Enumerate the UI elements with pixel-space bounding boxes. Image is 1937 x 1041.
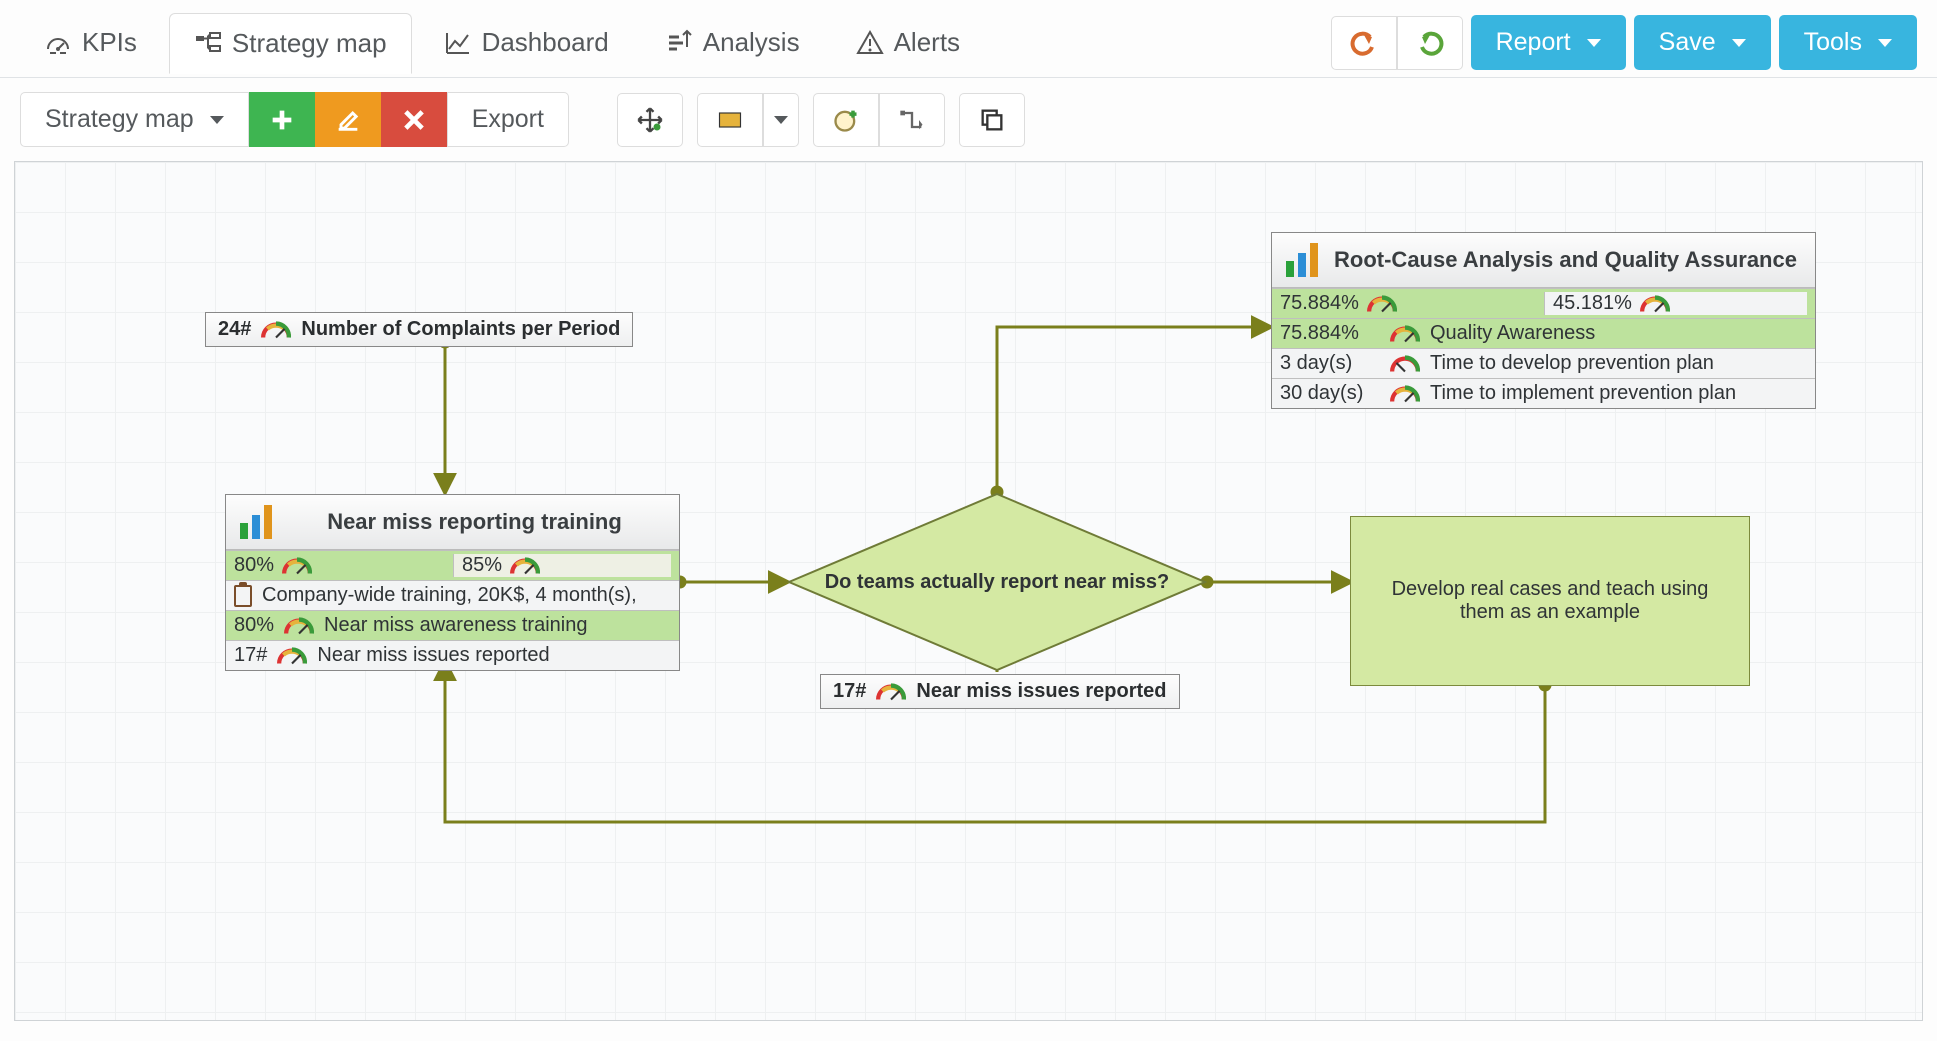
page-selector-label: Strategy map — [45, 105, 194, 134]
metric-value: 30 day(s) — [1280, 382, 1380, 405]
metric-value: 3 day(s) — [1280, 352, 1380, 375]
complaints-kpi-pill[interactable]: 24# Number of Complaints per Period — [205, 312, 633, 347]
edit-button[interactable] — [315, 92, 381, 147]
plus-icon — [268, 106, 296, 134]
metric-label: Time to implement prevention plan — [1430, 382, 1736, 405]
node-label: Develop real cases and teach using them … — [1367, 578, 1733, 624]
undo-icon — [1350, 29, 1378, 57]
barchart-icon — [1286, 243, 1318, 277]
metric-value: 85% — [462, 554, 502, 577]
add-button[interactable] — [249, 92, 315, 147]
fill-dropdown-button[interactable] — [763, 93, 799, 147]
kpi-label: Near miss issues reported — [916, 680, 1166, 703]
button-label: Export — [472, 105, 544, 134]
training-card[interactable]: Near miss reporting training 80% 85% Com… — [225, 494, 680, 671]
main-tabs: KPIs Strategy map Dashboard Analysis Ale… — [0, 0, 1937, 78]
gauge-icon — [284, 616, 314, 636]
close-icon — [400, 106, 428, 134]
report-button[interactable]: Report — [1471, 15, 1626, 70]
move-icon — [636, 106, 664, 134]
caret-down-icon — [1587, 39, 1601, 47]
tab-strategy-map[interactable]: Strategy map — [169, 13, 412, 74]
connector-icon — [898, 106, 926, 134]
linechart-icon — [444, 29, 472, 57]
tab-label: Alerts — [894, 27, 960, 58]
connector-tool-button[interactable] — [879, 93, 945, 147]
gauge-icon — [277, 646, 307, 666]
circle-plus-icon — [832, 106, 860, 134]
metric-value: 75.884% — [1280, 322, 1380, 345]
tab-dashboard[interactable]: Dashboard — [420, 13, 633, 72]
decision-node[interactable]: Do teams actually report near miss? — [787, 492, 1207, 672]
gauge-icon — [510, 556, 540, 576]
copy-button[interactable] — [959, 93, 1025, 147]
redo-icon — [1416, 29, 1444, 57]
metric-value: 75.884% — [1280, 292, 1359, 315]
tab-alerts[interactable]: Alerts — [832, 13, 984, 72]
fill-tool-button[interactable] — [697, 93, 763, 147]
gauge-icon — [1390, 324, 1420, 344]
kpi-label: Number of Complaints per Period — [301, 318, 620, 341]
caret-down-icon — [774, 116, 788, 124]
map-icon — [194, 30, 222, 58]
decision-label: Do teams actually report near miss? — [787, 492, 1207, 672]
caret-down-icon — [1878, 39, 1892, 47]
tab-label: Dashboard — [482, 27, 609, 58]
button-label: Save — [1659, 28, 1716, 57]
move-tool-button[interactable] — [617, 93, 683, 147]
tab-label: Analysis — [703, 27, 800, 58]
export-button[interactable]: Export — [447, 92, 569, 147]
card-title: Near miss reporting training — [284, 509, 665, 535]
history-group — [1331, 16, 1463, 70]
save-button[interactable]: Save — [1634, 15, 1771, 70]
tab-label: KPIs — [82, 27, 137, 58]
redo-button[interactable] — [1397, 16, 1463, 70]
metric-label: Time to develop prevention plan — [1430, 352, 1714, 375]
gauge-icon — [282, 556, 312, 576]
add-node-button[interactable] — [813, 93, 879, 147]
metric-label: Near miss issues reported — [317, 644, 549, 667]
metric-value: 17# — [234, 644, 267, 667]
gauge-icon — [1640, 294, 1670, 314]
tab-label: Strategy map — [232, 28, 387, 59]
tab-analysis[interactable]: Analysis — [641, 13, 824, 72]
button-label: Report — [1496, 28, 1571, 57]
card-title: Root-Cause Analysis and Quality Assuranc… — [1330, 247, 1801, 273]
edit-icon — [334, 106, 362, 134]
map-toolbar: Strategy map Export — [0, 78, 1937, 161]
rootcause-card[interactable]: Root-Cause Analysis and Quality Assuranc… — [1271, 232, 1816, 409]
delete-button[interactable] — [381, 92, 447, 147]
gauge-icon — [876, 682, 906, 702]
metric-label: Near miss awareness training — [324, 614, 587, 637]
rectangle-icon — [716, 106, 744, 134]
kpi-value: 17# — [833, 680, 866, 703]
alert-icon — [856, 29, 884, 57]
initiative-label: Company-wide training, 20K$, 4 month(s), — [262, 584, 637, 607]
metric-value: 80% — [234, 614, 274, 637]
develop-cases-node[interactable]: Develop real cases and teach using them … — [1350, 516, 1750, 686]
clipboard-icon — [234, 585, 252, 607]
caret-down-icon — [1732, 39, 1746, 47]
button-label: Tools — [1804, 28, 1862, 57]
barchart-icon — [240, 505, 272, 539]
strategy-map-canvas[interactable]: 24# Number of Complaints per Period Near… — [14, 161, 1923, 1021]
sort-icon — [665, 29, 693, 57]
metric-value: 45.181% — [1553, 292, 1632, 315]
gauge-icon — [1367, 294, 1397, 314]
tab-kpis[interactable]: KPIs — [20, 13, 161, 72]
copy-icon — [978, 106, 1006, 134]
metric-label: Quality Awareness — [1430, 322, 1595, 345]
tools-button[interactable]: Tools — [1779, 15, 1917, 70]
gauge-icon — [261, 320, 291, 340]
gauge-icon — [1390, 354, 1420, 374]
kpi-value: 24# — [218, 318, 251, 341]
gauge-icon — [44, 29, 72, 57]
gauge-icon — [1390, 384, 1420, 404]
page-selector[interactable]: Strategy map — [20, 92, 249, 147]
undo-button[interactable] — [1331, 16, 1397, 70]
issues-kpi-pill[interactable]: 17# Near miss issues reported — [820, 674, 1180, 709]
caret-down-icon — [210, 116, 224, 124]
metric-value: 80% — [234, 554, 274, 577]
